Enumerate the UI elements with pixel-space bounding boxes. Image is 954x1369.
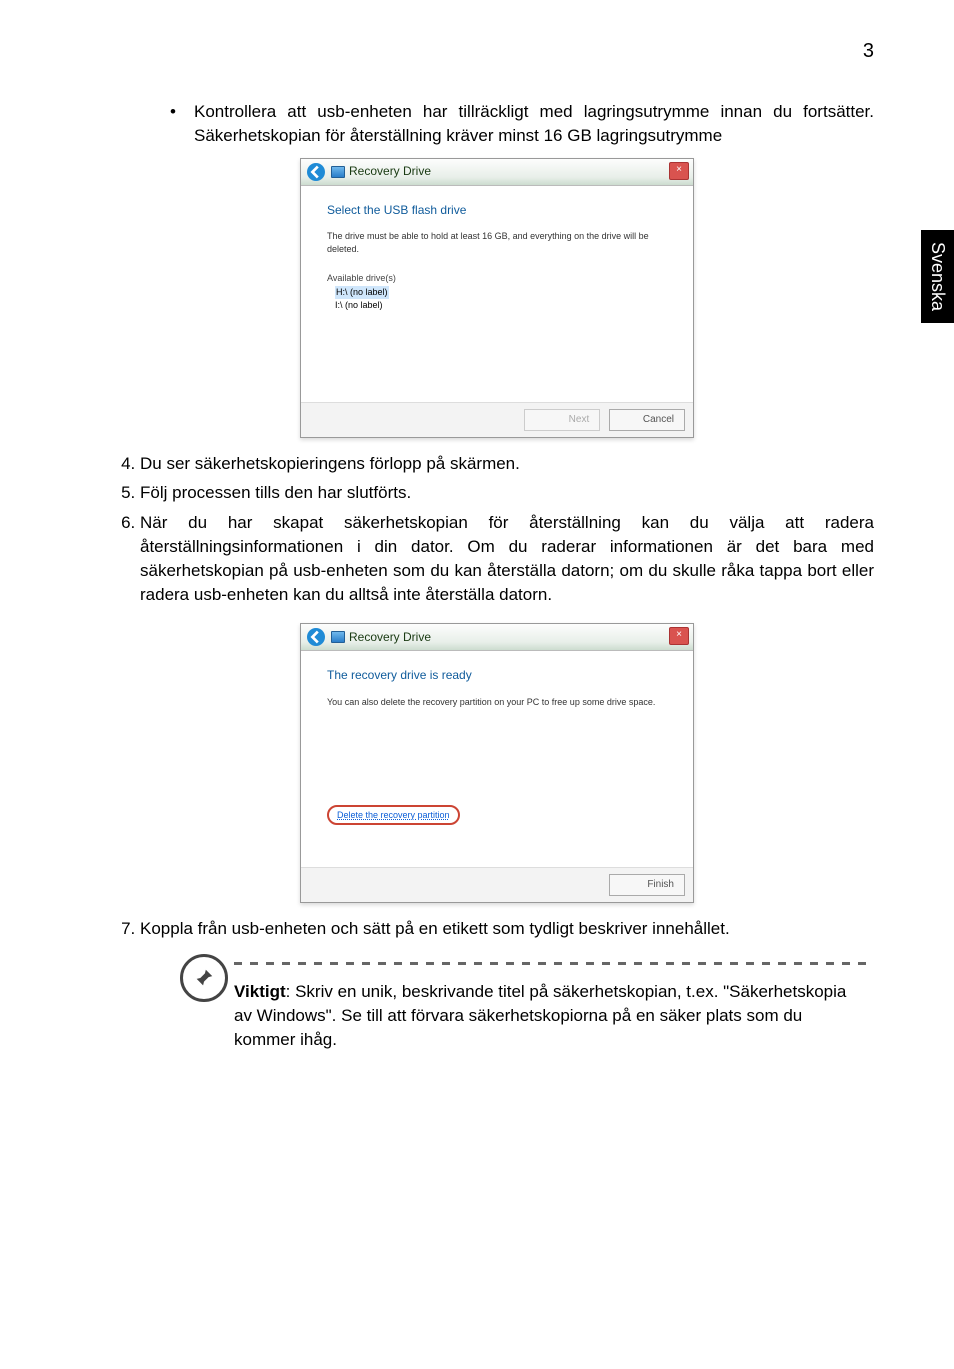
- finish-button[interactable]: Finish: [609, 874, 685, 896]
- step-6: När du har skapat säkerhetskopian för åt…: [140, 511, 874, 606]
- back-icon[interactable]: [307, 628, 325, 646]
- dialog-heading: Select the USB flash drive: [327, 202, 667, 219]
- important-note: Viktigt: Skriv en unik, beskrivande tite…: [180, 958, 874, 1051]
- drive-option[interactable]: I:\ (no label): [335, 299, 667, 312]
- dialog-title: Recovery Drive: [349, 629, 431, 646]
- dialog-description: You can also delete the recovery partiti…: [327, 696, 667, 709]
- pin-icon: [180, 954, 228, 1002]
- dialog-footer: Finish: [301, 867, 693, 902]
- next-button: Next: [524, 409, 600, 431]
- step-7: Koppla från usb-enheten och sätt på en e…: [140, 917, 874, 941]
- page-number: 3: [863, 40, 874, 63]
- recovery-drive-dialog-select-usb: Recovery Drive × Select the USB flash dr…: [300, 158, 694, 438]
- step-5: Följ processen tills den har slutförts.: [140, 481, 874, 505]
- back-icon[interactable]: [307, 163, 325, 181]
- dialog-titlebar: Recovery Drive ×: [301, 159, 693, 186]
- note-bold: Viktigt: [234, 982, 286, 1001]
- recovery-drive-dialog-ready: Recovery Drive × The recovery drive is r…: [300, 623, 694, 903]
- bullet-text: Kontrollera att usb-enheten har tillräck…: [194, 100, 874, 148]
- step-4: Du ser säkerhetskopieringens förlopp på …: [140, 452, 874, 476]
- dialog-description: The drive must be able to hold at least …: [327, 230, 667, 255]
- cancel-button[interactable]: Cancel: [609, 409, 685, 431]
- dialog-title: Recovery Drive: [349, 163, 431, 180]
- drive-icon: [331, 631, 345, 643]
- delete-recovery-partition-link[interactable]: Delete the recovery partition: [327, 805, 460, 826]
- drive-list: H:\ (no label) I:\ (no label): [327, 286, 667, 311]
- dialog-heading: The recovery drive is ready: [327, 667, 667, 684]
- close-icon[interactable]: ×: [669, 162, 689, 180]
- dialog-titlebar: Recovery Drive ×: [301, 624, 693, 651]
- note-body: : Skriv en unik, beskrivande titel på sä…: [234, 982, 846, 1049]
- available-drives-label: Available drive(s): [327, 272, 667, 285]
- note-text: Viktigt: Skriv en unik, beskrivande tite…: [234, 980, 854, 1051]
- dialog-footer: Next Cancel: [301, 402, 693, 437]
- close-icon[interactable]: ×: [669, 627, 689, 645]
- drive-icon: [331, 166, 345, 178]
- bullet-item: • Kontrollera att usb-enheten har tillrä…: [170, 100, 874, 148]
- drive-option-selected[interactable]: H:\ (no label): [335, 286, 389, 299]
- language-tab: Svenska: [921, 230, 954, 323]
- note-divider: [234, 958, 874, 970]
- bullet-marker: •: [170, 100, 194, 148]
